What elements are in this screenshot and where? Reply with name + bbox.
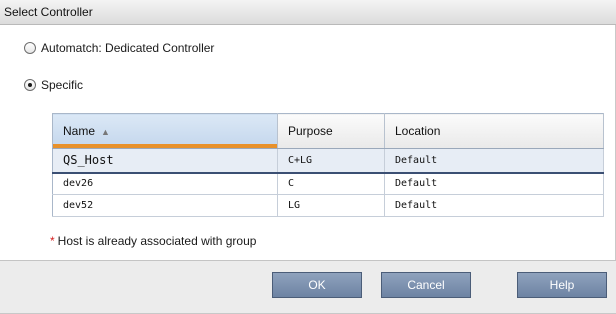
dialog-title: Select Controller	[4, 5, 93, 19]
cell-purpose: LG	[277, 194, 385, 217]
cell-name: QS_Host	[52, 148, 278, 174]
controller-table: Name ▲ Purpose Location QS_Host C+LG Defa…	[52, 113, 604, 217]
specific-label[interactable]: Specific	[41, 78, 83, 92]
sort-ascending-icon: ▲	[101, 126, 110, 137]
cell-purpose: C	[277, 172, 385, 195]
required-marker: *	[50, 234, 55, 248]
association-note: * Host is already associated with group	[50, 234, 256, 248]
column-header-name-label: Name	[63, 124, 96, 138]
column-header-location[interactable]: Location	[384, 113, 604, 149]
cell-location: Default	[384, 194, 604, 217]
cell-purpose: C+LG	[277, 148, 385, 174]
automatch-label[interactable]: Automatch: Dedicated Controller	[41, 41, 214, 55]
select-controller-dialog: Select Controller Automatch: Dedicated C…	[0, 0, 616, 314]
cell-name: dev26	[52, 172, 278, 195]
cell-location: Default	[384, 172, 604, 195]
table-row[interactable]: QS_Host C+LG Default	[52, 148, 604, 174]
table-header-row: Name ▲ Purpose Location	[52, 113, 604, 149]
automatch-option[interactable]: Automatch: Dedicated Controller	[24, 40, 214, 56]
ok-button[interactable]: OK	[272, 272, 362, 298]
dialog-titlebar: Select Controller	[0, 0, 616, 25]
cell-location: Default	[384, 148, 604, 174]
specific-radio[interactable]	[24, 79, 36, 91]
column-header-purpose-label: Purpose	[288, 124, 333, 138]
association-note-text: Host is already associated with group	[57, 234, 257, 248]
automatch-radio[interactable]	[24, 42, 36, 54]
table-row[interactable]: dev26 C Default	[52, 172, 604, 195]
column-header-purpose[interactable]: Purpose	[277, 113, 385, 149]
specific-option[interactable]: Specific	[24, 77, 83, 93]
column-header-location-label: Location	[395, 124, 441, 138]
cancel-button[interactable]: Cancel	[381, 272, 471, 298]
table-row[interactable]: dev52 LG Default	[52, 194, 604, 217]
cell-name: dev52	[52, 194, 278, 217]
help-button[interactable]: Help	[517, 272, 607, 298]
column-header-name[interactable]: Name ▲	[52, 113, 278, 149]
